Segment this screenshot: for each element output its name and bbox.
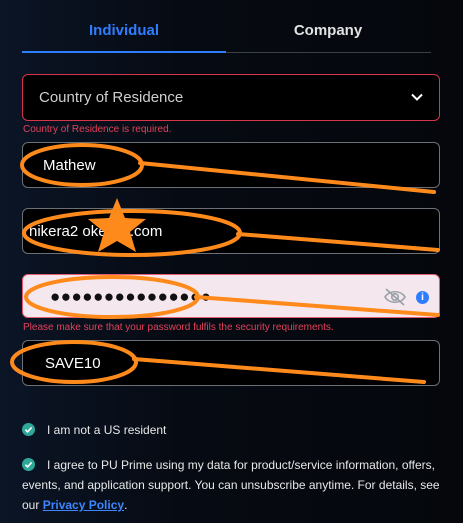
password-error-message: Please make sure that your password fulf… <box>23 322 334 333</box>
first-name-field[interactable]: Mathew <box>22 142 440 188</box>
tab-active-indicator <box>22 51 226 53</box>
account-type-tabs: Individual Company <box>22 10 431 53</box>
country-select-label: Country of Residence <box>39 89 184 106</box>
country-error-message: Country of Residence is required. <box>23 124 172 135</box>
consent-label: I agree to PU Prime using my data for pr… <box>22 455 442 515</box>
check-icon <box>22 423 35 436</box>
email-field[interactable]: hikera2 okexbit.com <box>22 208 440 254</box>
us-resident-label: I am not a US resident <box>47 423 167 437</box>
us-resident-checkbox[interactable]: I am not a US resident <box>22 420 442 442</box>
email-value: hikera2 okexbit.com <box>29 223 163 240</box>
consent-checkbox[interactable]: I agree to PU Prime using my data for pr… <box>22 455 442 519</box>
first-name-value: Mathew <box>43 157 96 174</box>
consent-end: . <box>124 498 128 512</box>
tab-individual[interactable]: Individual <box>22 22 226 39</box>
chevron-down-icon <box>411 93 423 101</box>
privacy-policy-link[interactable]: Privacy Policy <box>43 498 124 512</box>
password-field[interactable]: ●●●●●●●●●●●●●●● i <box>22 274 440 318</box>
tab-company[interactable]: Company <box>226 22 430 39</box>
country-select[interactable]: Country of Residence <box>22 74 440 121</box>
eye-off-icon[interactable] <box>383 287 407 307</box>
info-icon[interactable]: i <box>416 291 429 304</box>
promo-code-field[interactable]: SAVE10 <box>22 340 440 386</box>
password-mask: ●●●●●●●●●●●●●●● <box>50 287 212 306</box>
promo-code-value: SAVE10 <box>45 355 101 372</box>
